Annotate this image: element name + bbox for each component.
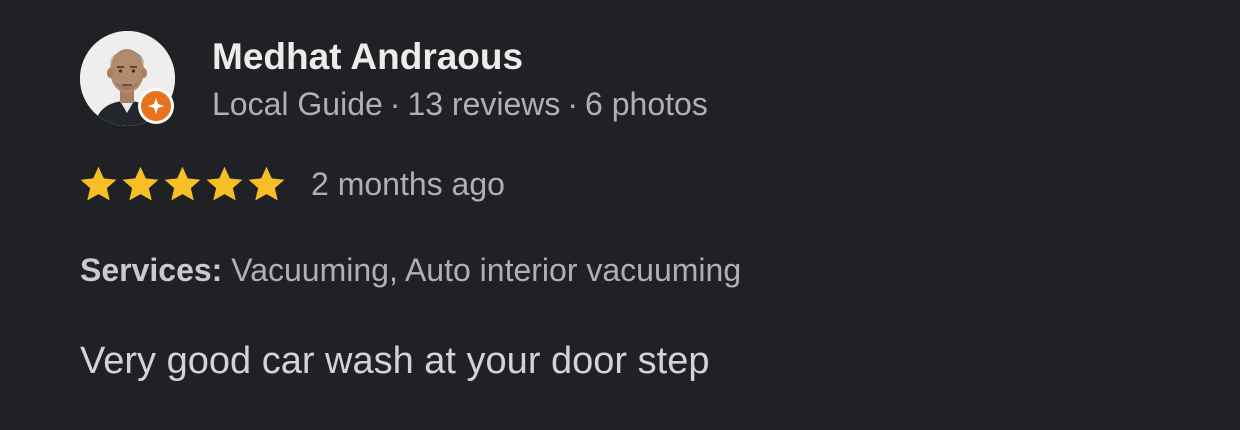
services-row: Services: Vacuuming, Auto interior vacuu…	[80, 252, 741, 289]
local-guide-badge	[138, 88, 174, 124]
meta-separator: ·	[389, 86, 401, 122]
local-guide-star-icon	[141, 91, 171, 121]
rating-row: 2 months ago	[78, 162, 505, 206]
meta-separator: ·	[567, 86, 579, 122]
review-card: Medhat Andraous Local Guide · 13 reviews · 6…	[0, 0, 1240, 430]
review-text[interactable]: Very good car wash at your door step	[80, 340, 709, 383]
services-value: Vacuuming, Auto interior vacuuming	[231, 252, 742, 288]
reviewer-meta[interactable]: Local Guide · 13 reviews · 6 photos	[212, 86, 708, 123]
local-guide-label: Local Guide	[212, 86, 383, 122]
star-icon	[164, 166, 201, 201]
review-date: 2 months ago	[311, 165, 505, 202]
star-icon	[248, 166, 285, 201]
services-label: Services:	[80, 252, 223, 288]
star-icon	[80, 166, 117, 201]
star-icon	[206, 166, 243, 201]
star-rating	[78, 164, 288, 205]
photos-count: 6 photos	[585, 86, 708, 122]
reviews-count: 13 reviews	[407, 86, 561, 122]
reviewer-name[interactable]: Medhat Andraous	[212, 36, 523, 78]
star-icon	[122, 166, 159, 201]
